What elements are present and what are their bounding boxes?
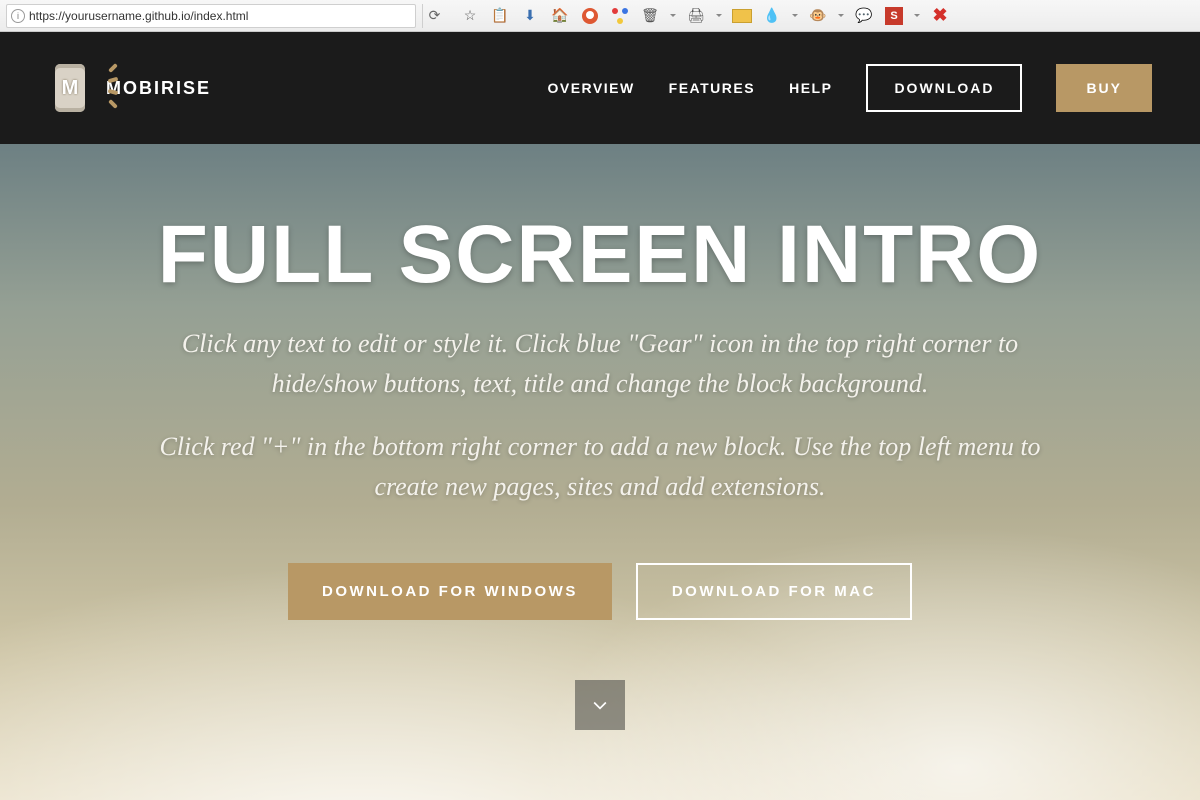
brand-name: MOBIRISE — [106, 78, 211, 99]
highlight-icon[interactable] — [732, 6, 752, 26]
url-input[interactable] — [29, 9, 411, 23]
download-arrow-icon[interactable]: ⬇ — [520, 6, 540, 26]
duckduckgo-icon[interactable] — [580, 6, 600, 26]
reload-button[interactable]: ⟳ — [422, 4, 446, 28]
hero-paragraph-2[interactable]: Click red "+" in the bottom right corner… — [140, 427, 1060, 508]
color-dots-icon[interactable] — [610, 6, 630, 26]
download-windows-button[interactable]: DOWNLOAD FOR WINDOWS — [288, 563, 612, 620]
chevron-down-icon — [590, 695, 610, 715]
hero-title[interactable]: FULL SCREEN INTRO — [0, 208, 1200, 302]
star-icon[interactable]: ☆ — [460, 6, 480, 26]
monkey-icon[interactable]: 🐵 — [808, 6, 828, 26]
logo-icon: M — [48, 60, 92, 116]
download-button[interactable]: DOWNLOAD — [866, 64, 1022, 112]
brand-logo[interactable]: M MOBIRISE — [48, 60, 211, 116]
site-header: M MOBIRISE OVERVIEW FEATURES HELP DOWNLO… — [0, 32, 1200, 144]
site-info-icon[interactable]: i — [11, 9, 25, 23]
main-nav: OVERVIEW FEATURES HELP DOWNLOAD BUY — [547, 64, 1152, 112]
nav-help[interactable]: HELP — [789, 80, 832, 96]
download-mac-button[interactable]: DOWNLOAD FOR MAC — [636, 563, 912, 620]
buy-button[interactable]: BUY — [1056, 64, 1152, 112]
clipboard-icon[interactable]: 📋 — [490, 6, 510, 26]
home-icon[interactable]: 🏠 — [550, 6, 570, 26]
x-extension-icon[interactable]: ✖ — [930, 6, 950, 26]
toolbar-icons: ☆ 📋 ⬇ 🏠 🗑 🖨 💧 🐵 💬 S ✖ — [452, 6, 950, 26]
dropdown-caret-icon[interactable] — [792, 14, 798, 17]
eyedropper-icon[interactable]: 💧 — [762, 6, 782, 26]
dropdown-caret-icon[interactable] — [716, 14, 722, 17]
dropdown-caret-icon[interactable] — [670, 14, 676, 17]
s-extension-icon[interactable]: S — [884, 6, 904, 26]
hero-section: FULL SCREEN INTRO Click any text to edit… — [0, 144, 1200, 800]
nav-overview[interactable]: OVERVIEW — [547, 80, 634, 96]
trash-icon[interactable]: 🗑 — [640, 6, 660, 26]
chat-icon[interactable]: 💬 — [854, 6, 874, 26]
hero-paragraph-1[interactable]: Click any text to edit or style it. Clic… — [140, 324, 1060, 405]
print-icon[interactable]: 🖨 — [686, 6, 706, 26]
scroll-down-button[interactable] — [575, 680, 625, 730]
address-bar[interactable]: i — [6, 4, 416, 28]
hero-buttons: DOWNLOAD FOR WINDOWS DOWNLOAD FOR MAC — [0, 563, 1200, 620]
nav-features[interactable]: FEATURES — [669, 80, 755, 96]
dropdown-caret-icon[interactable] — [838, 14, 844, 17]
dropdown-caret-icon[interactable] — [914, 14, 920, 17]
browser-toolbar: i ⟳ ☆ 📋 ⬇ 🏠 🗑 🖨 💧 🐵 💬 S ✖ — [0, 0, 1200, 32]
